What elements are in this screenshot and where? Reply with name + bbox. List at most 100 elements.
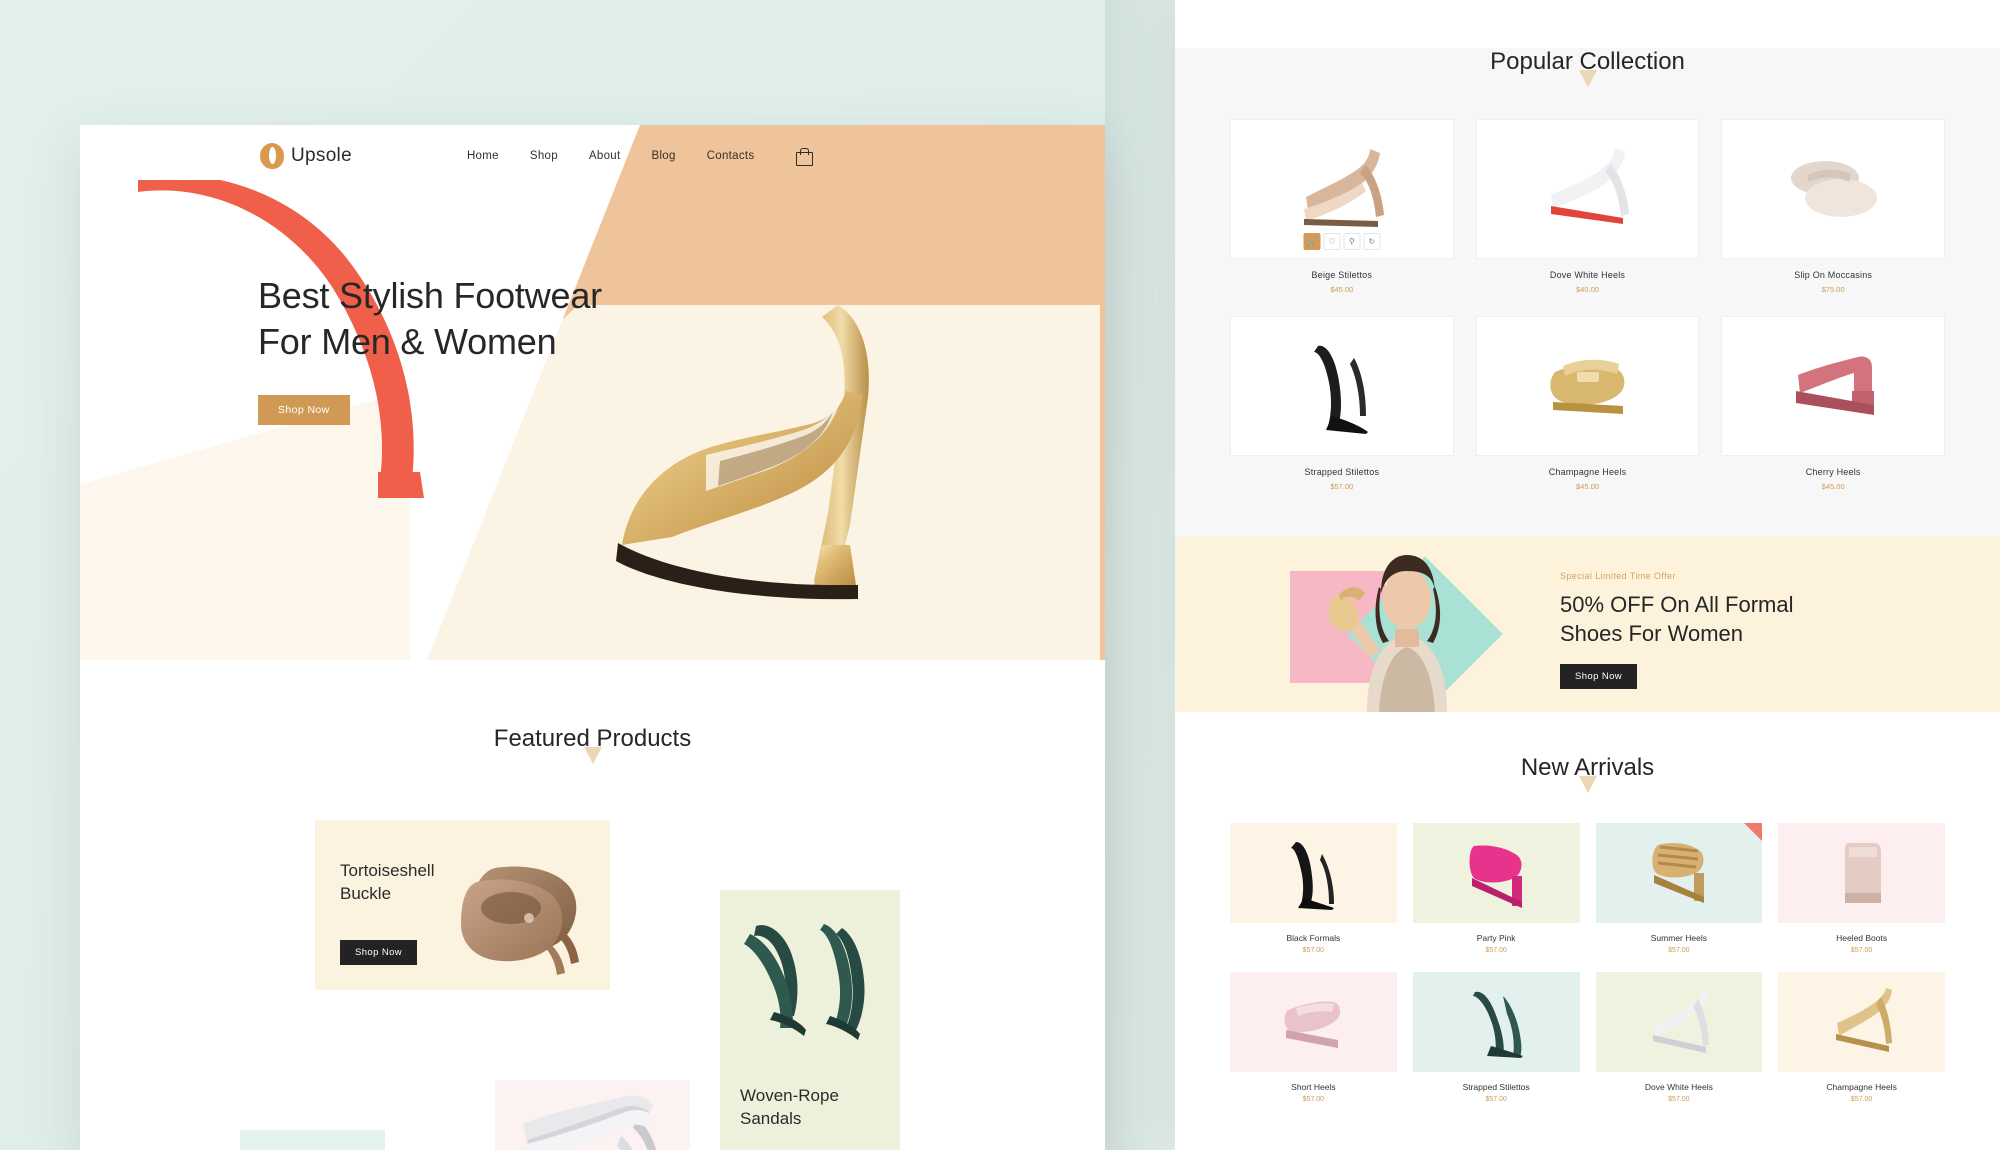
featured-card-tortoiseshell-buckle[interactable]: Tortoiseshell Buckle Shop Now (315, 820, 610, 990)
product-price: $40.00 (1476, 285, 1700, 294)
product-name: Dove White Heels (1596, 1082, 1763, 1092)
product-thumbnail (1596, 972, 1763, 1072)
search-icon[interactable]: ⚲ (1343, 233, 1360, 250)
product-card[interactable]: 🛒 ♡ ⚲ ↻ Beige Stilettos $45.00 (1230, 119, 1454, 294)
product-card[interactable]: Black Formals $57.00 (1230, 823, 1397, 954)
product-name: Black Formals (1230, 933, 1397, 943)
heart-icon[interactable]: ♡ (1323, 233, 1340, 250)
hero-section: Upsole Home Shop About Blog Contacts Bes… (80, 125, 1105, 660)
page-canvas: Upsole Home Shop About Blog Contacts Bes… (0, 0, 2000, 1150)
product-card[interactable]: Strapped Stilettos $57.00 (1230, 316, 1454, 491)
product-name: Dove White Heels (1476, 270, 1700, 280)
nav-item-home[interactable]: Home (467, 150, 499, 162)
featured-shop-now-button[interactable]: Shop Now (340, 940, 417, 965)
new-arrivals-heading: New Arrivals (1521, 754, 1654, 781)
popular-section-header: Popular Collection (1175, 48, 2000, 87)
product-thumbnail (1413, 823, 1580, 923)
product-name: Beige Stilettos (1230, 270, 1454, 280)
product-price: $45.00 (1721, 482, 1945, 491)
product-price: $45.00 (1476, 482, 1700, 491)
product-name: Strapped Stilettos (1230, 467, 1454, 477)
product-card[interactable]: Slip On Moccasins $75.00 (1721, 119, 1945, 294)
panel-shadow-divider (1105, 0, 1177, 1150)
bridal-white-heels-image (509, 1090, 674, 1150)
product-name: Heeled Boots (1778, 933, 1945, 943)
product-card[interactable]: Heeled Boots $57.00 (1778, 823, 1945, 954)
new-badge-corner-icon (1744, 823, 1762, 841)
new-arrivals-section: New Arrivals Black Formals $57.00 (1175, 754, 2000, 1123)
hero-copy: Best Stylish Footwear For Men & Women Sh… (258, 273, 602, 425)
product-price: $45.00 (1230, 285, 1454, 294)
promo-shop-now-button[interactable]: Shop Now (1560, 664, 1637, 689)
featured-card-title: Tortoiseshell Buckle (340, 860, 435, 906)
featured-card-title-line2: Buckle (340, 884, 391, 903)
hero-shop-now-button[interactable]: Shop Now (258, 395, 350, 425)
product-price: $57.00 (1230, 482, 1454, 491)
nav-item-contacts[interactable]: Contacts (707, 150, 755, 162)
nav-links: Home Shop About Blog Contacts (467, 150, 755, 162)
product-thumbnail (1721, 316, 1945, 456)
nav-item-blog[interactable]: Blog (651, 150, 675, 162)
product-thumbnail (1778, 972, 1945, 1072)
product-thumbnail: 🛒 ♡ ⚲ ↻ (1230, 119, 1454, 259)
product-price: $57.00 (1596, 1096, 1763, 1103)
product-name: Short Heels (1230, 1082, 1397, 1092)
featured-heading: Featured Products (494, 725, 691, 752)
nav-item-shop[interactable]: Shop (530, 150, 558, 162)
product-price: $57.00 (1596, 947, 1763, 954)
featured-card-title-line1: Tortoiseshell (340, 861, 435, 880)
product-name: Champagne Heels (1778, 1082, 1945, 1092)
featured-card-mules[interactable] (240, 1130, 385, 1150)
product-price: $57.00 (1778, 1096, 1945, 1103)
desktop-mockup: Upsole Home Shop About Blog Contacts Bes… (80, 125, 1105, 1150)
woven-rope-sandals-image (738, 912, 883, 1042)
promo-headline: 50% OFF On All Formal Shoes For Women (1560, 590, 1794, 649)
product-card[interactable]: Champagne Heels $45.00 (1476, 316, 1700, 491)
product-thumbnail (1596, 823, 1763, 923)
nav-item-about[interactable]: About (589, 150, 621, 162)
promo-headline-line2: Shoes For Women (1560, 621, 1743, 646)
tortoiseshell-pumps-image (459, 842, 604, 977)
product-card[interactable]: Party Pink $57.00 (1413, 823, 1580, 954)
featured-card-title-line2: Sandals (740, 1109, 801, 1128)
product-thumbnail (1721, 119, 1945, 259)
featured-card-title: Woven-Rope Sandals (740, 1085, 839, 1131)
compare-refresh-icon[interactable]: ↻ (1363, 233, 1380, 250)
cart-icon[interactable]: 🛒 (1303, 233, 1320, 250)
product-thumbnail (1230, 972, 1397, 1072)
top-navigation: Upsole Home Shop About Blog Contacts (80, 125, 1105, 187)
shopping-bag-icon[interactable] (796, 148, 811, 164)
product-card[interactable]: Strapped Stilettos $57.00 (1413, 972, 1580, 1103)
product-card[interactable]: Dove White Heels $57.00 (1596, 972, 1763, 1103)
product-thumbnail (1413, 972, 1580, 1072)
secondary-page-panel: Popular Collection 🛒 ♡ (1175, 0, 2000, 1150)
featured-card-title-line1: Woven-Rope (740, 1086, 839, 1105)
product-card[interactable]: Cherry Heels $45.00 (1721, 316, 1945, 491)
product-thumbnail (1476, 316, 1700, 456)
product-card[interactable]: Short Heels $57.00 (1230, 972, 1397, 1103)
promo-kicker: Special Limited Time Offer (1560, 571, 1794, 581)
popular-collection-section: Popular Collection 🛒 ♡ (1175, 48, 2000, 537)
shoe-leaf-mark-icon (260, 143, 284, 169)
promo-headline-line1: 50% OFF On All Formal (1560, 592, 1794, 617)
hero-shoe-illustration (600, 245, 1020, 660)
product-name: Strapped Stilettos (1413, 1082, 1580, 1092)
product-card[interactable]: Summer Heels $57.00 (1596, 823, 1763, 954)
brand-logo[interactable]: Upsole (260, 143, 352, 169)
product-thumbnail (1230, 823, 1397, 923)
product-hover-actions: 🛒 ♡ ⚲ ↻ (1303, 233, 1380, 250)
featured-card-woven-rope-sandals[interactable]: Woven-Rope Sandals Shop Now (720, 890, 900, 1150)
product-name: Cherry Heels (1721, 467, 1945, 477)
product-thumbnail (1230, 316, 1454, 456)
product-card[interactable]: Champagne Heels $57.00 (1778, 972, 1945, 1103)
product-name: Summer Heels (1596, 933, 1763, 943)
product-price: $57.00 (1230, 947, 1397, 954)
promo-copy: Special Limited Time Offer 50% OFF On Al… (1560, 571, 1794, 689)
featured-card-bridal-women[interactable]: Bridal Women (495, 1080, 690, 1150)
product-thumbnail (1476, 119, 1700, 259)
hero-title-line1: Best Stylish Footwear (258, 275, 602, 316)
product-price: $57.00 (1230, 1096, 1397, 1103)
product-price: $75.00 (1721, 285, 1945, 294)
promo-banner: Special Limited Time Offer 50% OFF On Al… (1175, 537, 2000, 712)
product-card[interactable]: Dove White Heels $40.00 (1476, 119, 1700, 294)
